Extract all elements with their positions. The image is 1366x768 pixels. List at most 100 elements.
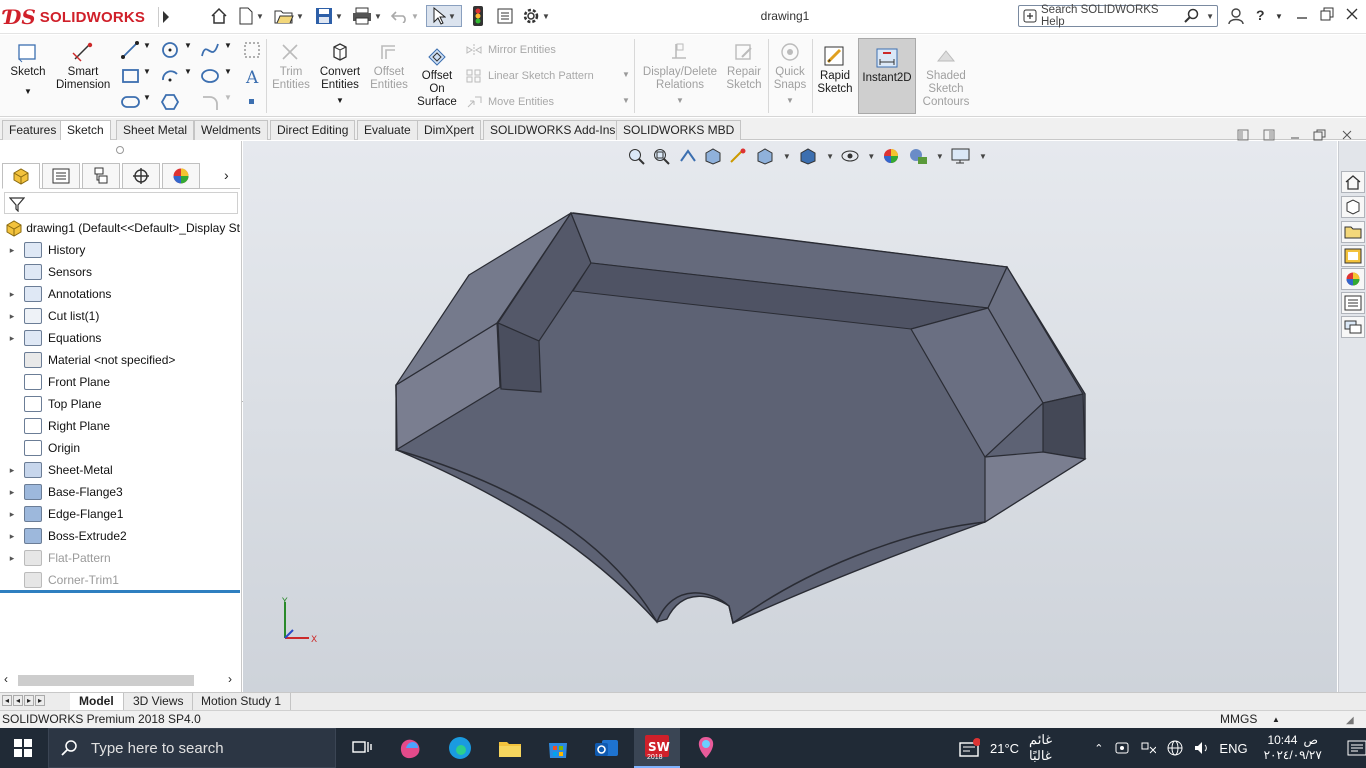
convert-dropdown-icon[interactable]: ▼ <box>314 94 366 107</box>
tree-item[interactable]: ▸ Equations <box>0 327 240 349</box>
expand-arrow-icon[interactable]: ▸ <box>6 553 18 564</box>
tab-direct-editing[interactable]: Direct Editing <box>270 120 356 140</box>
scroll-thumb[interactable] <box>18 675 194 686</box>
quick-snaps-dropdown-icon[interactable]: ▼ <box>770 94 810 107</box>
display-delete-relations-button[interactable]: Display/Delete Relations ▼ <box>640 41 720 107</box>
relations-dropdown-icon[interactable]: ▼ <box>640 94 720 107</box>
tab-configuration-manager[interactable] <box>82 163 120 189</box>
help-dropdown-icon[interactable]: ▼ <box>1275 12 1283 21</box>
rapid-sketch-button[interactable]: Rapid Sketch <box>814 45 856 96</box>
point-icon[interactable] <box>242 92 264 112</box>
options-button[interactable]: ▼ <box>518 5 554 27</box>
input-language[interactable]: ENG <box>1219 741 1247 756</box>
expand-arrow-icon[interactable]: ▸ <box>6 289 18 300</box>
tile-left-icon[interactable] <box>1237 129 1249 141</box>
open-button[interactable]: ▼ <box>272 5 306 27</box>
paint-app-icon[interactable] <box>692 734 720 762</box>
linear-sketch-pattern-button[interactable]: Linear Sketch Pattern <box>466 69 594 83</box>
new-document-button[interactable]: ▼ <box>234 5 268 27</box>
graphics-area[interactable]: ▼ ▼ ▼ ▼ ▼ Y X <box>243 129 1352 692</box>
tree-item[interactable]: Front Plane <box>0 371 240 393</box>
sketch-grid-icon[interactable] <box>242 40 264 60</box>
tab-feature-manager[interactable] <box>2 163 40 189</box>
tab-property-manager[interactable] <box>42 163 80 189</box>
rollback-bar[interactable] <box>0 590 240 593</box>
windows-start-icon[interactable] <box>14 739 32 757</box>
tree-item[interactable]: ▸ Annotations <box>0 283 240 305</box>
show-hidden-icons-icon[interactable]: ⌃ <box>1094 742 1103 755</box>
solidworks-logo[interactable]: ƊS SOLIDWORKS <box>4 2 156 32</box>
scroll-left-icon[interactable]: ‹ <box>4 672 8 686</box>
expand-arrow-icon[interactable]: ▸ <box>6 531 18 542</box>
select-button[interactable]: ▼ <box>426 5 462 27</box>
appearances-icon[interactable] <box>1341 268 1365 290</box>
repair-sketch-button[interactable]: Repair Sketch <box>722 41 766 92</box>
tab-display-manager[interactable] <box>162 163 200 189</box>
tab-sheet-metal[interactable]: Sheet Metal <box>116 120 195 140</box>
expand-arrow-icon[interactable]: ▸ <box>6 487 18 498</box>
unit-system-dropdown-icon[interactable]: ▲ <box>1272 711 1280 728</box>
line-icon[interactable] <box>120 40 142 60</box>
circle-icon[interactable] <box>160 40 182 60</box>
spline-icon[interactable] <box>200 40 222 60</box>
resize-grip-icon[interactable]: ◢ <box>1346 712 1354 729</box>
offset-entities-button[interactable]: Offset Entities <box>366 41 412 92</box>
outlook-icon[interactable] <box>592 734 620 762</box>
tab-features[interactable]: Features <box>2 120 64 140</box>
first-tab-icon[interactable]: ◂ <box>2 695 13 706</box>
task-view-icon[interactable] <box>348 734 376 762</box>
user-icon[interactable] <box>1228 7 1244 28</box>
save-button[interactable]: ▼ <box>312 5 346 27</box>
tree-item[interactable]: ▸ Cut list(1) <box>0 305 240 327</box>
shaded-sketch-contours-button[interactable]: Shaded Sketch Contours <box>920 45 972 109</box>
undo-button[interactable]: ▼ <box>388 5 422 27</box>
search-dropdown-icon[interactable]: ▼ <box>1206 12 1214 21</box>
network-globe-icon[interactable] <box>1166 739 1183 757</box>
sketch-dropdown-icon[interactable]: ▼ <box>6 85 50 98</box>
tab-weldments[interactable]: Weldments <box>194 120 268 140</box>
tree-item[interactable]: Material <not specified> <box>0 349 240 371</box>
search-icon[interactable] <box>1184 8 1200 24</box>
restore-button[interactable] <box>1320 7 1334 24</box>
expand-arrow-icon[interactable]: ▸ <box>6 245 18 256</box>
solidworks-forum-icon[interactable] <box>1341 316 1365 338</box>
solidworks-taskbar-button[interactable]: SW 2018 <box>634 728 680 768</box>
tab-sketch[interactable]: Sketch <box>60 120 111 140</box>
fillet-icon[interactable] <box>200 92 222 112</box>
scroll-right-icon[interactable]: › <box>228 672 232 686</box>
ellipse-icon[interactable] <box>200 66 222 86</box>
arc-icon[interactable] <box>160 66 182 86</box>
expand-arrow-icon[interactable]: ▸ <box>6 465 18 476</box>
tab-model[interactable]: Model <box>70 693 124 711</box>
convert-entities-button[interactable]: Convert Entities ▼ <box>314 41 366 107</box>
tab-solidworks-mbd[interactable]: SOLIDWORKS MBD <box>616 120 742 140</box>
panel-pin-icon[interactable] <box>116 146 124 154</box>
file-explorer-taskbar-icon[interactable] <box>496 734 524 762</box>
tree-item[interactable]: ▸ Boss-Extrude2 <box>0 525 240 547</box>
expand-arrow-icon[interactable]: ▸ <box>6 509 18 520</box>
tab-dimxpert-manager[interactable] <box>122 163 160 189</box>
microsoft-store-icon[interactable] <box>544 734 572 762</box>
viewport-close-icon[interactable] <box>1341 129 1353 141</box>
smart-dimension-button[interactable]: Smart Dimension <box>56 41 110 92</box>
tree-filter-input[interactable] <box>4 192 238 214</box>
home-icon[interactable] <box>208 5 230 27</box>
tree-item[interactable]: ▸ Sheet-Metal <box>0 459 240 481</box>
temperature[interactable]: 21°C <box>990 741 1019 756</box>
minimize-button[interactable] <box>1296 7 1308 23</box>
tab-motion-study[interactable]: Motion Study 1 <box>192 693 292 711</box>
sheet-metal-part[interactable] <box>243 141 1337 692</box>
tree-item[interactable]: Right Plane <box>0 415 240 437</box>
tree-item[interactable]: ▸ Flat-Pattern <box>0 547 240 569</box>
unit-system[interactable]: MMGS <box>1220 711 1257 728</box>
expand-arrow-icon[interactable]: ▸ <box>6 333 18 344</box>
tree-item[interactable]: ▸ Base-Flange3 <box>0 481 240 503</box>
file-properties-icon[interactable] <box>494 5 516 27</box>
close-button[interactable] <box>1346 7 1358 23</box>
tile-right-icon[interactable] <box>1263 129 1275 141</box>
tree-root[interactable]: drawing1 (Default<<Default>_Display St <box>0 217 240 239</box>
instant2d-button[interactable]: Instant2D <box>858 38 916 114</box>
taskbar-search-input[interactable]: Type here to search <box>48 728 336 768</box>
meet-now-icon[interactable] <box>1113 740 1130 756</box>
help-icon[interactable]: ? <box>1256 7 1265 23</box>
